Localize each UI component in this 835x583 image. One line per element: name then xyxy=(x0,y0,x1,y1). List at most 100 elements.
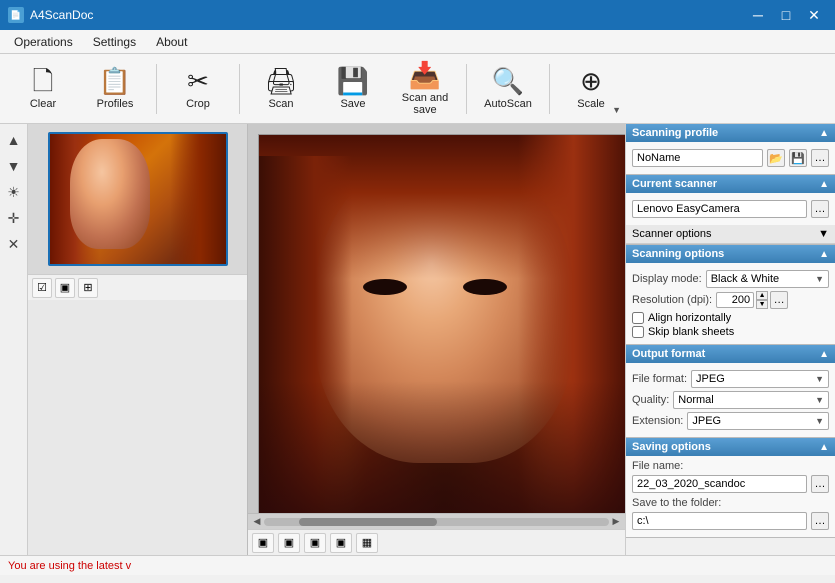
output-format-title: Output format xyxy=(632,348,705,360)
view-dual-btn[interactable]: ▣ xyxy=(278,533,300,553)
crop-label: Crop xyxy=(186,98,210,110)
scanner-menu-btn[interactable]: … xyxy=(811,200,829,218)
status-message: You are using the latest v xyxy=(8,560,131,572)
scanner-options-arrow-icon: ▼ xyxy=(818,228,829,240)
resolution-down-btn[interactable]: ▼ xyxy=(756,300,768,309)
thumb-grid-btn[interactable]: ⊞ xyxy=(78,278,98,298)
extension-select[interactable]: JPEG ▼ xyxy=(687,412,829,430)
tool-brightness-button[interactable]: ☀ xyxy=(2,180,26,204)
file-name-label: File name: xyxy=(632,460,829,472)
quality-arrow-icon: ▼ xyxy=(815,395,824,405)
output-format-header: Output format ▲ xyxy=(626,345,835,363)
scroll-left-button[interactable]: ◀ xyxy=(250,515,264,529)
file-name-menu-btn[interactable]: … xyxy=(811,475,829,493)
resolution-spinner-btns: ▲ ▼ xyxy=(756,291,768,309)
align-horizontally-checkbox[interactable] xyxy=(632,312,644,324)
autoscan-button[interactable]: 🔍 AutoScan xyxy=(473,58,543,120)
current-scanner-header: Current scanner ▲ xyxy=(626,175,835,193)
toolbar-separator-3 xyxy=(466,64,467,114)
resolution-up-btn[interactable]: ▲ xyxy=(756,291,768,300)
thumbnail-panel-container: ☑ ▣ ⊞ xyxy=(28,124,248,555)
hscroll-track[interactable] xyxy=(264,518,609,526)
clear-label: Clear xyxy=(30,98,56,110)
scanning-profile-title: Scanning profile xyxy=(632,127,718,139)
file-name-value[interactable]: 22_03_2020_scandoc xyxy=(632,475,807,493)
scanner-options-row: Scanner options ▼ xyxy=(626,225,835,244)
scanning-profile-header: Scanning profile ▲ xyxy=(626,124,835,142)
saving-options-section: Saving options ▲ File name: 22_03_2020_s… xyxy=(626,438,835,538)
minimize-button[interactable]: ─ xyxy=(745,4,771,26)
scan-icon: 🖨 xyxy=(264,68,297,94)
clear-button[interactable]: 🗋 Clear xyxy=(8,58,78,120)
quality-label: Quality: xyxy=(632,394,669,406)
skip-blank-checkbox[interactable] xyxy=(632,326,644,338)
save-folder-browse-btn[interactable]: … xyxy=(811,512,829,530)
close-button[interactable]: ✕ xyxy=(801,4,827,26)
menu-operations[interactable]: Operations xyxy=(4,33,83,51)
save-icon: 💾 xyxy=(337,68,369,94)
align-horizontally-label: Align horizontally xyxy=(648,312,731,324)
skip-blank-row: Skip blank sheets xyxy=(632,326,829,338)
thumb-single-btn[interactable]: ▣ xyxy=(55,278,75,298)
toolbar-separator-4 xyxy=(549,64,550,114)
view-quad-btn[interactable]: ▣ xyxy=(330,533,352,553)
quality-select[interactable]: Normal ▼ xyxy=(673,391,829,409)
profiles-button[interactable]: 📋 Profiles xyxy=(80,58,150,120)
profile-open-btn[interactable]: 📂 xyxy=(767,149,785,167)
menu-about[interactable]: About xyxy=(146,33,197,51)
extension-arrow-icon: ▼ xyxy=(815,416,824,426)
main-layout: ▲ ▼ ☀ ✛ ✕ ☑ ▣ ⊞ xyxy=(0,124,835,555)
file-name-row: 22_03_2020_scandoc … xyxy=(632,475,829,493)
file-format-arrow-icon: ▼ xyxy=(815,374,824,384)
profile-save-btn[interactable]: 💾 xyxy=(789,149,807,167)
crop-icon: ✂ xyxy=(187,68,209,94)
scan-and-save-button[interactable]: 📥 Scan and save xyxy=(390,58,460,120)
scale-label: Scale xyxy=(577,98,605,110)
resolution-menu-btn[interactable]: … xyxy=(770,291,788,309)
view-fit-btn[interactable]: ▦ xyxy=(356,533,378,553)
file-format-select[interactable]: JPEG ▼ xyxy=(691,370,829,388)
scanner-options-label: Scanner options xyxy=(632,228,712,240)
tool-eraser-button[interactable]: ✕ xyxy=(2,232,26,256)
current-scanner-content: Lenovo EasyCamera … xyxy=(626,193,835,225)
scale-button[interactable]: ⊕ Scale ▼ xyxy=(556,58,626,120)
maximize-button[interactable]: □ xyxy=(773,4,799,26)
resolution-input[interactable] xyxy=(716,292,754,308)
saving-options-content: File name: 22_03_2020_scandoc … Save to … xyxy=(626,456,835,537)
scale-arrow-icon: ▼ xyxy=(612,105,621,115)
canvas-scroll[interactable] xyxy=(248,124,625,513)
scroll-right-button[interactable]: ▶ xyxy=(609,515,623,529)
profile-menu-btn[interactable]: … xyxy=(811,149,829,167)
scanning-profile-name[interactable]: NoName xyxy=(632,149,763,167)
view-triple-btn[interactable]: ▣ xyxy=(304,533,326,553)
save-folder-row: c:\ … xyxy=(632,512,829,530)
resolution-label: Resolution (dpi): xyxy=(632,294,712,306)
quality-value: Normal xyxy=(678,394,713,406)
crop-button[interactable]: ✂ Crop xyxy=(163,58,233,120)
scanning-profile-row: NoName 📂 💾 … xyxy=(632,149,829,167)
tool-up-button[interactable]: ▲ xyxy=(2,128,26,152)
statusbar: You are using the latest v xyxy=(0,555,835,575)
file-format-row: File format: JPEG ▼ xyxy=(632,370,829,388)
scanning-profile-content: NoName 📂 💾 … xyxy=(626,142,835,174)
thumb-checkbox-btn[interactable]: ☑ xyxy=(32,278,52,298)
save-folder-value: c:\ xyxy=(632,512,807,530)
save-button[interactable]: 💾 Save xyxy=(318,58,388,120)
tool-crosshair-button[interactable]: ✛ xyxy=(2,206,26,230)
view-single-btn[interactable]: ▣ xyxy=(252,533,274,553)
window-title: A4ScanDoc xyxy=(30,8,93,22)
thumbnail-item[interactable] xyxy=(48,132,228,266)
menu-settings[interactable]: Settings xyxy=(83,33,146,51)
tool-down-button[interactable]: ▼ xyxy=(2,154,26,178)
display-mode-select[interactable]: Black & White ▼ xyxy=(706,270,829,288)
saving-options-arrow-icon: ▲ xyxy=(819,442,829,453)
saving-options-header: Saving options ▲ xyxy=(626,438,835,456)
autoscan-label: AutoScan xyxy=(484,98,532,110)
profiles-icon: 📋 xyxy=(99,68,131,94)
menubar: Operations Settings About xyxy=(0,30,835,54)
display-mode-arrow-icon: ▼ xyxy=(815,274,824,284)
thumbnail-bottom-bar: ☑ ▣ ⊞ xyxy=(28,274,247,300)
scanning-profile-arrow-icon: ▲ xyxy=(819,128,829,139)
scan-button[interactable]: 🖨 Scan xyxy=(246,58,316,120)
left-tools: ▲ ▼ ☀ ✛ ✕ xyxy=(0,124,28,555)
